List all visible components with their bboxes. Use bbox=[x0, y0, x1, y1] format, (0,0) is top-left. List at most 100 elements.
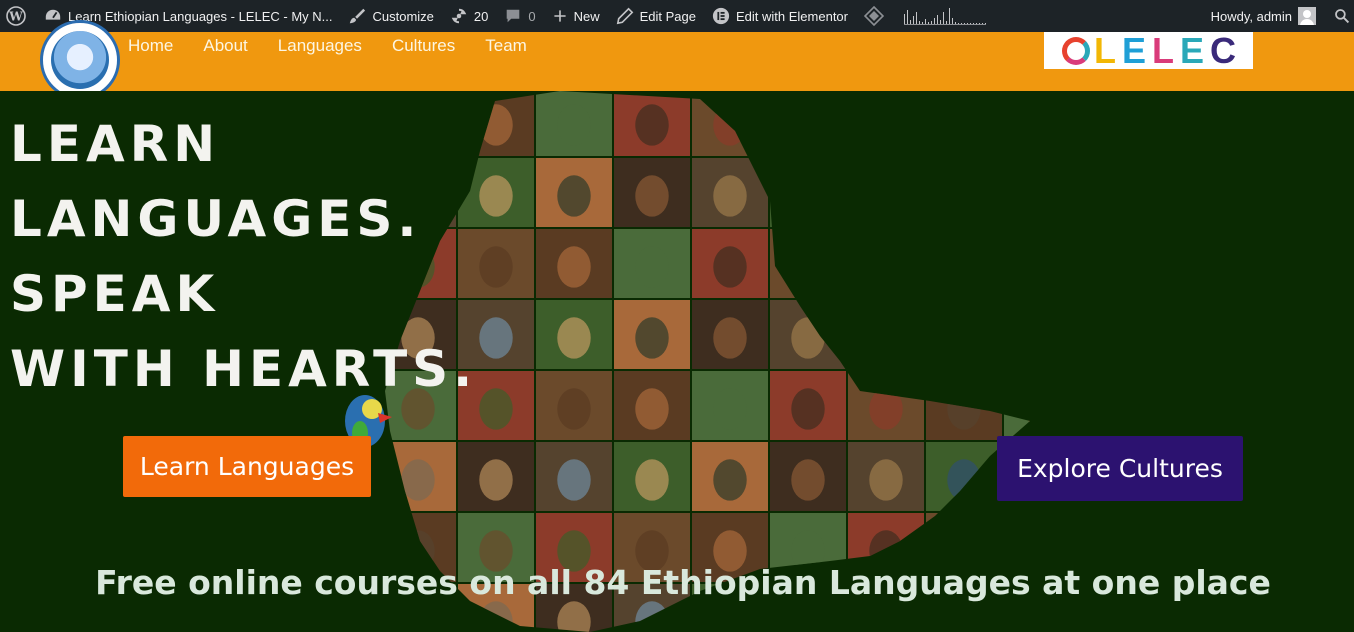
new-label: New bbox=[573, 8, 600, 24]
mosaic-tile bbox=[770, 91, 846, 156]
update-icon bbox=[451, 8, 467, 24]
sparkline-bar bbox=[925, 19, 926, 24]
sparkline-bar bbox=[922, 22, 923, 24]
sparkline-bar bbox=[982, 23, 983, 24]
sparkline-bar bbox=[931, 21, 932, 24]
nav-item-cultures[interactable]: Cultures bbox=[392, 36, 455, 56]
mosaic-tile-detail bbox=[947, 246, 981, 288]
lelec-mark-icon bbox=[1062, 36, 1090, 65]
mosaic-tile-detail bbox=[1025, 388, 1030, 430]
mosaic-tile-detail bbox=[947, 388, 981, 430]
mosaic-tile-detail bbox=[557, 175, 591, 217]
mosaic-tile bbox=[926, 229, 1002, 298]
new-content-link[interactable]: New bbox=[544, 0, 608, 32]
mosaic-tile-detail bbox=[713, 459, 747, 501]
mosaic-tile-detail bbox=[1025, 246, 1030, 288]
mosaic-tile-detail bbox=[947, 459, 981, 501]
mosaic-tile bbox=[926, 300, 1002, 369]
mosaic-tile-detail bbox=[947, 175, 981, 217]
sparkline-bar bbox=[919, 21, 920, 24]
mosaic-tile bbox=[926, 91, 1002, 156]
comment-icon bbox=[507, 9, 520, 23]
headline-line: LEARN bbox=[10, 115, 221, 173]
updates-count: 20 bbox=[473, 8, 489, 24]
plus-icon bbox=[554, 10, 566, 22]
hero-tagline: Free online courses on all 84 Ethiopian … bbox=[95, 563, 1271, 602]
mosaic-tile bbox=[848, 91, 924, 156]
sparkline-bar bbox=[937, 15, 938, 24]
sparkline-bar bbox=[907, 10, 908, 24]
explore-cultures-button[interactable]: Explore Cultures bbox=[997, 436, 1243, 501]
mosaic-tile-detail bbox=[557, 459, 591, 501]
lelec-wordmark: L E L E C bbox=[1094, 29, 1243, 71]
mosaic-tile-detail bbox=[557, 246, 591, 288]
mosaic-tile-detail bbox=[557, 104, 591, 146]
sparkline-bar bbox=[910, 20, 911, 24]
mosaic-tile bbox=[848, 158, 924, 227]
edit-page-link[interactable]: Edit Page bbox=[608, 0, 704, 32]
mosaic-tile-detail bbox=[713, 388, 747, 430]
mosaic-tile-detail bbox=[1025, 601, 1030, 632]
mosaic-tile-detail bbox=[1025, 317, 1030, 359]
headline-line: WITH HEARTS. bbox=[10, 340, 478, 398]
sparkline-bar bbox=[958, 23, 959, 24]
search-icon[interactable] bbox=[1324, 0, 1354, 32]
mosaic-tile-detail bbox=[713, 104, 747, 146]
nav-item-team[interactable]: Team bbox=[485, 36, 527, 56]
nav-item-languages[interactable]: Languages bbox=[278, 36, 362, 56]
mosaic-tile-detail bbox=[635, 104, 669, 146]
mosaic-tile bbox=[1004, 371, 1030, 440]
hero-headline: LEARN LANGUAGES. SPEAK WITH HEARTS. bbox=[10, 107, 477, 407]
elementor-icon bbox=[712, 7, 730, 25]
sparkline-bar bbox=[928, 22, 929, 24]
mosaic-tile bbox=[1004, 158, 1030, 227]
greeting-label: Howdy, admin bbox=[1210, 8, 1292, 24]
nav-item-about[interactable]: About bbox=[203, 36, 247, 56]
sparkline-bar bbox=[973, 23, 974, 24]
mosaic-tile-detail bbox=[713, 317, 747, 359]
mosaic-tile-detail bbox=[1025, 175, 1030, 217]
mosaic-tile-detail bbox=[791, 317, 825, 359]
lelec-logo[interactable]: L E L E C bbox=[1044, 32, 1253, 69]
edit-elementor-link[interactable]: Edit with Elementor bbox=[704, 0, 856, 32]
sparkline-bar bbox=[934, 18, 935, 24]
mosaic-tile-detail bbox=[869, 246, 903, 288]
wordpress-logo-icon[interactable]: W bbox=[0, 0, 36, 32]
stats-sparkline[interactable] bbox=[904, 7, 986, 25]
edit-elementor-label: Edit with Elementor bbox=[736, 8, 848, 24]
learn-languages-button[interactable]: Learn Languages bbox=[123, 436, 371, 497]
mosaic-tile-detail bbox=[557, 317, 591, 359]
updates-link[interactable]: 20 bbox=[442, 0, 496, 32]
my-account-menu[interactable]: Howdy, admin bbox=[1203, 0, 1324, 32]
customize-link[interactable]: Customize bbox=[340, 0, 441, 32]
main-nav: Home About Languages Cultures Team bbox=[128, 36, 527, 56]
university-logo[interactable] bbox=[40, 20, 120, 100]
sparkline-bar bbox=[946, 21, 947, 24]
mosaic-tile-detail bbox=[635, 388, 669, 430]
sparkline-bar bbox=[943, 12, 944, 24]
mosaic-tile-detail bbox=[869, 601, 903, 632]
sparkline-bar bbox=[985, 23, 986, 24]
nav-item-home[interactable]: Home bbox=[128, 36, 173, 56]
mosaic-tile-detail bbox=[791, 246, 825, 288]
wordmark-letter: C bbox=[1210, 29, 1243, 71]
headline-line: LANGUAGES. bbox=[10, 190, 422, 248]
mosaic-tile-detail bbox=[635, 317, 669, 359]
mosaic-tile-detail bbox=[479, 459, 513, 501]
wordmark-letter: E bbox=[1180, 29, 1211, 71]
sparkline-bar bbox=[967, 23, 968, 24]
mosaic-tile bbox=[692, 91, 768, 156]
mosaic-tile-detail bbox=[791, 459, 825, 501]
sparkline-bar bbox=[940, 20, 941, 24]
diamond-plugin-icon[interactable] bbox=[856, 0, 892, 32]
mosaic-tile-detail bbox=[869, 175, 903, 217]
mosaic-tile-detail bbox=[947, 104, 981, 146]
customize-label: Customize bbox=[372, 8, 434, 24]
mosaic-tile-detail bbox=[869, 459, 903, 501]
mosaic-tile-detail bbox=[1025, 104, 1030, 146]
mosaic-tile-detail bbox=[713, 175, 747, 217]
comments-link[interactable]: 0 bbox=[496, 0, 543, 32]
mosaic-tile-detail bbox=[791, 175, 825, 217]
wordmark-letter: L bbox=[1152, 29, 1181, 71]
mosaic-tile-detail bbox=[947, 601, 981, 632]
